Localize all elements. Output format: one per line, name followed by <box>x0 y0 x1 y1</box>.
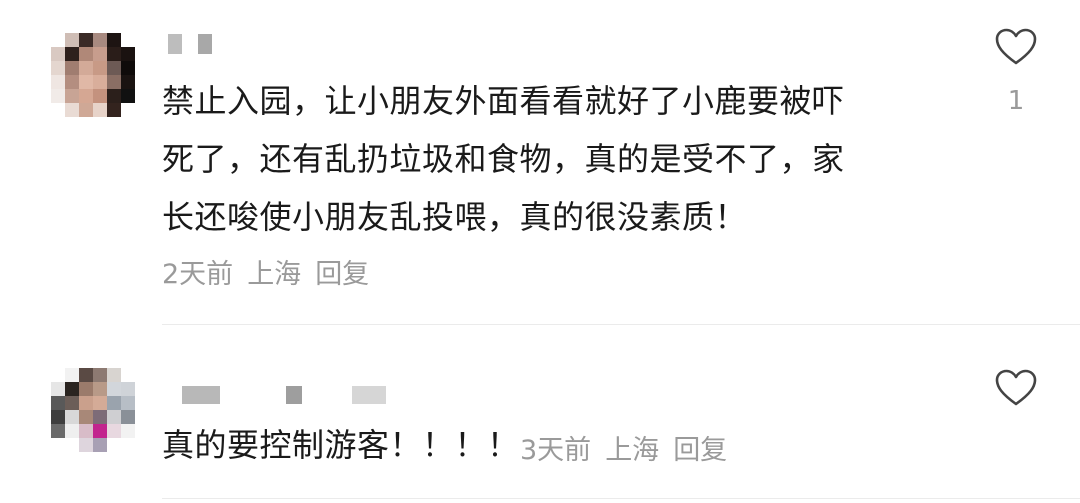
avatar-pixel <box>107 424 121 438</box>
avatar-pixel <box>79 438 93 452</box>
avatar-pixel <box>121 410 135 424</box>
avatar-pixel <box>93 410 107 424</box>
like-button[interactable] <box>994 27 1038 67</box>
comment-item: 禁止入园，让小朋友外面看看就好了小鹿要被吓 死了，还有乱扔垃圾和食物，真的是受不… <box>0 0 1080 326</box>
avatar-pixel <box>93 396 107 410</box>
heart-icon <box>995 369 1037 406</box>
avatar-pixel <box>79 89 93 103</box>
avatar-pixel <box>107 396 121 410</box>
comment-location: 上海 <box>605 435 660 466</box>
comment-item: 真的要控制游客！！！！ 3天前 上海 回复 <box>0 326 1080 503</box>
avatar-pixel <box>79 368 93 382</box>
avatar-pixel <box>65 89 79 103</box>
avatar[interactable] <box>51 33 135 117</box>
avatar-pixel <box>107 382 121 396</box>
avatar-pixel <box>65 47 79 61</box>
avatar-pixel <box>121 382 135 396</box>
avatar-pixel <box>121 47 135 61</box>
avatar-pixel <box>79 396 93 410</box>
avatar-pixel <box>79 47 93 61</box>
avatar-pixel <box>51 75 65 89</box>
avatar-pixel <box>107 103 121 117</box>
comment-line: 真的要控制游客！！！！ <box>162 426 520 464</box>
username-redacted[interactable] <box>168 34 228 54</box>
avatar-pixel <box>121 424 135 438</box>
avatar-pixel <box>93 33 107 47</box>
avatar-pixel <box>107 61 121 75</box>
avatar-pixel <box>79 382 93 396</box>
avatar-pixel <box>65 75 79 89</box>
avatar-pixel <box>51 396 65 410</box>
avatar-pixel <box>51 410 65 424</box>
avatar-pixel <box>121 396 135 410</box>
avatar-pixel <box>79 410 93 424</box>
avatar-pixel <box>79 103 93 117</box>
avatar-pixel <box>121 89 135 103</box>
avatar[interactable] <box>51 368 135 452</box>
like-count: 1 <box>1007 86 1025 116</box>
comment-line: 长还唆使小朋友乱投喂，真的很没素质！ <box>162 198 748 236</box>
avatar-pixel <box>51 61 65 75</box>
avatar-pixel <box>93 61 107 75</box>
avatar-pixel <box>93 438 107 452</box>
comment-text: 真的要控制游客！！！！ <box>162 416 520 474</box>
avatar-pixel <box>79 61 93 75</box>
heart-icon <box>995 28 1037 65</box>
avatar-pixel <box>79 424 93 438</box>
avatar-pixel <box>51 89 65 103</box>
reply-button[interactable]: 回复 <box>315 259 369 290</box>
like-button[interactable] <box>994 368 1038 408</box>
avatar-pixel <box>65 382 79 396</box>
username-redacted[interactable] <box>182 386 392 406</box>
comment-time: 2天前 <box>162 259 234 290</box>
avatar-pixel <box>51 424 65 438</box>
avatar-pixel <box>93 368 107 382</box>
avatar-pixel <box>93 75 107 89</box>
avatar-pixel <box>79 33 93 47</box>
avatar-pixel <box>65 33 79 47</box>
comment-time: 3天前 <box>520 435 592 466</box>
comment-location: 上海 <box>247 259 302 290</box>
avatar-pixel <box>93 103 107 117</box>
reply-button[interactable]: 回复 <box>673 435 727 466</box>
avatar-pixel <box>107 47 121 61</box>
divider <box>162 498 1080 499</box>
avatar-pixel <box>65 103 79 117</box>
avatar-pixel <box>93 424 107 438</box>
avatar-pixel <box>65 424 79 438</box>
comment-text: 禁止入园，让小朋友外面看看就好了小鹿要被吓 死了，还有乱扔垃圾和食物，真的是受不… <box>162 72 845 246</box>
avatar-pixel <box>65 368 79 382</box>
avatar-pixel <box>51 382 65 396</box>
avatar-pixel <box>93 89 107 103</box>
avatar-pixel <box>107 75 121 89</box>
avatar-pixel <box>65 61 79 75</box>
comment-meta: 3天前 上海 回复 <box>520 428 741 467</box>
avatar-pixel <box>107 33 121 47</box>
comment-line: 死了，还有乱扔垃圾和食物，真的是受不了，家 <box>162 140 845 178</box>
avatar-pixel <box>107 89 121 103</box>
avatar-pixel <box>93 382 107 396</box>
comment-meta: 2天前 上海 回复 <box>162 252 383 291</box>
avatar-pixel <box>65 396 79 410</box>
avatar-pixel <box>121 75 135 89</box>
avatar-pixel <box>51 47 65 61</box>
comment-line: 禁止入园，让小朋友外面看看就好了小鹿要被吓 <box>162 82 845 120</box>
avatar-pixel <box>107 368 121 382</box>
avatar-pixel <box>93 47 107 61</box>
avatar-pixel <box>121 61 135 75</box>
avatar-pixel <box>79 75 93 89</box>
divider <box>162 324 1080 325</box>
avatar-pixel <box>107 410 121 424</box>
avatar-pixel <box>65 410 79 424</box>
